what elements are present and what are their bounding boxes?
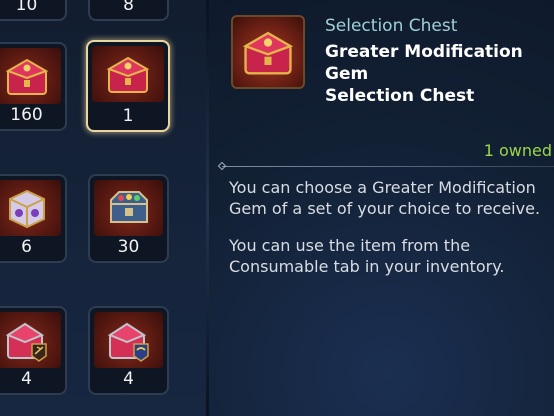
panel-divider xyxy=(206,0,209,416)
inventory-slot[interactable]: 4 xyxy=(0,306,67,395)
item-description: You can choose a Greater Modification Ge… xyxy=(229,177,551,219)
item-quantity: 4 xyxy=(123,369,134,389)
inventory-slot[interactable]: 160 xyxy=(0,42,67,131)
item-quantity: 6 xyxy=(21,237,32,257)
item-usage-info: You can use the item from the Consumable… xyxy=(229,235,551,277)
description-line: Gem of a set of your choice to receive. xyxy=(229,199,541,218)
description-line: You can choose a Greater Modification xyxy=(229,178,536,197)
item-quantity: 1 xyxy=(122,106,134,126)
item-art xyxy=(0,48,61,104)
item-name-line: Greater Modification Gem xyxy=(325,42,523,84)
separator xyxy=(222,166,554,167)
inventory-panel: 10 8 160 1 6 30 4 4 xyxy=(0,0,207,416)
inventory-slot[interactable]: 8 xyxy=(88,0,169,21)
item-quantity: 8 xyxy=(123,0,134,15)
item-art xyxy=(92,46,164,102)
item-category: Selection Chest xyxy=(325,16,458,36)
description-line: You can use the item from the xyxy=(229,236,471,255)
item-quantity: 4 xyxy=(21,369,32,389)
selected-item-icon xyxy=(231,15,305,89)
red-chest-with-blue-emblem-icon xyxy=(107,322,149,362)
inventory-slot[interactable]: 4 xyxy=(88,306,169,395)
red-gold-chest-icon xyxy=(242,31,294,75)
owned-count: 1 owned xyxy=(483,141,552,160)
item-quantity: 160 xyxy=(10,105,43,125)
purple-gold-cube-chest-icon xyxy=(8,189,45,229)
item-quantity: 10 xyxy=(15,0,38,15)
description-line: Consumable tab in your inventory. xyxy=(229,257,505,276)
item-art xyxy=(94,312,163,368)
inventory-slot[interactable]: 10 xyxy=(0,0,67,21)
item-name: Greater Modification Gem Selection Chest xyxy=(325,41,550,107)
item-art xyxy=(0,180,61,236)
item-art xyxy=(0,312,61,368)
inventory-slot[interactable]: 30 xyxy=(88,174,169,263)
item-name-line: Selection Chest xyxy=(325,86,475,106)
ornate-blue-chest-icon xyxy=(109,191,148,223)
red-chest-with-emblem-icon xyxy=(5,322,47,362)
red-gold-chest-icon xyxy=(106,56,150,93)
item-art xyxy=(94,180,163,236)
item-quantity: 30 xyxy=(117,237,140,257)
inventory-slot[interactable]: 6 xyxy=(0,174,67,263)
inventory-slot-selected[interactable]: 1 xyxy=(86,40,170,132)
red-gold-chest-icon xyxy=(5,58,48,95)
